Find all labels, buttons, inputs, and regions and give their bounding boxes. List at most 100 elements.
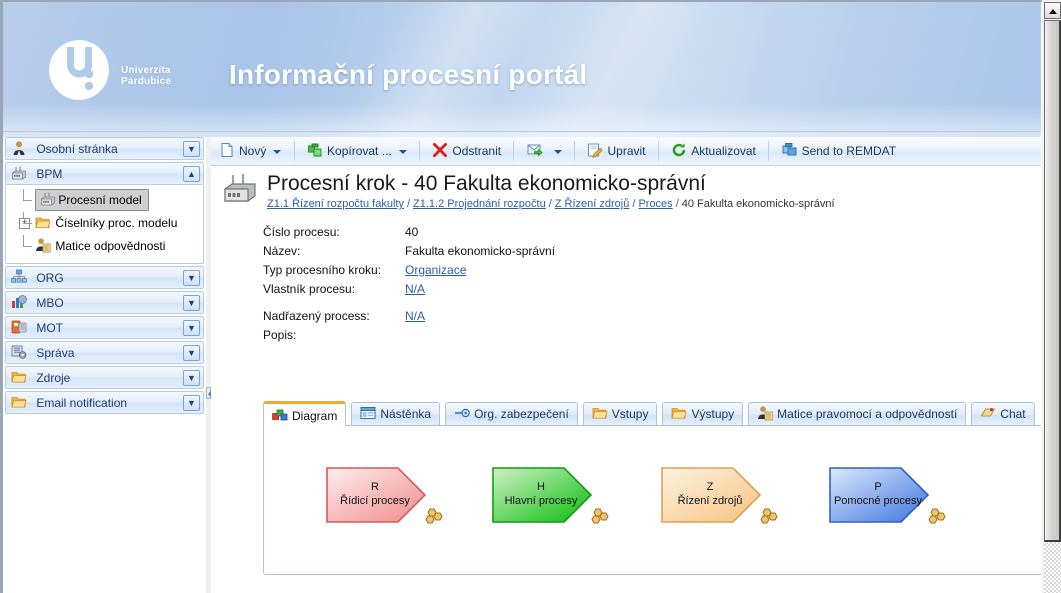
- user-list-icon: [35, 237, 51, 253]
- sidebar-item-org[interactable]: ORG ▼: [5, 266, 204, 289]
- sidebar: Osobní stránka ▼ BPM ▲ Procesní model + …: [3, 137, 206, 593]
- field-value-typ-procesniho-kroku[interactable]: Organizace: [405, 263, 466, 277]
- edit-button-label: Upravit: [607, 144, 646, 158]
- sidebar-toggle-sprava[interactable]: ▼: [183, 345, 200, 361]
- chevron-down-icon[interactable]: [553, 149, 562, 154]
- tab-diagram[interactable]: Diagram: [263, 401, 347, 426]
- tab-vystupy[interactable]: Výstupy: [662, 402, 744, 426]
- org-chart-icon: [11, 269, 27, 285]
- sidebar-item-ciselniky-proc-modelu[interactable]: + Číselníky proc. modelu: [6, 212, 203, 235]
- sidebar-toggle-bpm[interactable]: ▲: [183, 166, 200, 182]
- breadcrumb-link-4[interactable]: Proces: [638, 198, 672, 210]
- sidebar-item-procesni-model[interactable]: Procesní model: [6, 189, 203, 212]
- copy-button-label: Kopírovat ...: [327, 144, 392, 158]
- sidebar-item-bpm[interactable]: BPM ▲: [5, 162, 204, 185]
- tab-nastenka[interactable]: Nástěnka: [351, 402, 441, 426]
- sidebar-toggle-zdroje[interactable]: ▼: [183, 370, 200, 386]
- sidebar-item-email-notification[interactable]: Email notification ▼: [5, 391, 204, 414]
- copy-button[interactable]: Kopírovat ...: [299, 137, 415, 165]
- sidebar-group-zdroje: Zdroje ▼: [3, 366, 206, 389]
- new-button[interactable]: Nový: [211, 137, 289, 165]
- header-underline: [3, 131, 1041, 132]
- sidebar-group-email-notification: Email notification ▼: [3, 391, 206, 414]
- field-value-vlastnik-procesu[interactable]: N/A: [405, 282, 425, 296]
- breadcrumb-separator: /: [675, 198, 679, 210]
- key-icon: [454, 405, 470, 421]
- tab-label: Vstupy: [611, 407, 649, 421]
- sidebar-toggle-org[interactable]: ▼: [183, 270, 200, 286]
- breadcrumb-link-1[interactable]: Z1.1 Řízení rozpočtu fakulty: [267, 198, 404, 210]
- tab-label: Chat: [1000, 407, 1026, 421]
- process-shape-h[interactable]: H Hlavní procesy: [492, 467, 612, 526]
- sidebar-group-org: ORG ▼: [3, 266, 206, 289]
- process-name: Řízení zdrojů: [677, 495, 743, 507]
- export-mail-icon: [527, 140, 543, 157]
- delete-button[interactable]: Odstranit: [424, 137, 509, 165]
- user-icon: [11, 140, 27, 156]
- sidebar-item-sprava[interactable]: Správa ▼: [5, 341, 204, 364]
- logo-line-1: Univerzita: [121, 65, 171, 76]
- edit-button[interactable]: Upravit: [579, 137, 653, 165]
- process-code: Z: [706, 481, 714, 493]
- tab-vstupy[interactable]: Vstupy: [582, 402, 658, 426]
- process-code: P: [874, 481, 882, 493]
- dashboard-window-icon: [360, 405, 376, 421]
- sidebar-item-matice-odpovednosti[interactable]: Matice odpovědnosti: [6, 235, 203, 258]
- sidebar-group-mbo: MBO ▼: [3, 291, 206, 314]
- sidebar-toggle-mot[interactable]: ▼: [183, 320, 200, 336]
- chat-note-icon: [980, 405, 996, 421]
- sidebar-group-sprava: Správa ▼: [3, 341, 206, 364]
- process-shape-r[interactable]: R Řídicí procesy: [326, 467, 444, 524]
- scrollbar-thumb[interactable]: [1044, 20, 1061, 542]
- field-label: Nadřazený process:: [263, 309, 370, 323]
- tab-label: Diagram: [292, 409, 338, 423]
- diagram-canvas[interactable]: R Řídicí procesy H Hlavní procesy Z Říze…: [263, 425, 1041, 575]
- tab-strip: Diagram Nástěnka Org. zabezpečení Vstupy…: [263, 401, 1041, 426]
- chart-icon: [11, 294, 27, 310]
- field-value-nadrazeny-process[interactable]: N/A: [405, 309, 425, 323]
- send-to-remdat-button[interactable]: Send to REMDAT: [774, 137, 904, 165]
- sidebar-item-mot[interactable]: MOT ▼: [5, 316, 204, 339]
- chevron-down-icon[interactable]: [273, 149, 282, 154]
- tab-org-zabezpeceni[interactable]: Org. zabezpečení: [445, 402, 578, 426]
- sidebar-toggle-email-notification[interactable]: ▼: [183, 395, 200, 411]
- breadcrumb-link-3[interactable]: Z Řízení zdrojů: [555, 198, 630, 210]
- sidebar-subitem-label: Procesní model: [58, 193, 142, 207]
- tab-chat[interactable]: Chat: [971, 402, 1035, 426]
- vertical-scrollbar[interactable]: [1042, 0, 1061, 593]
- sidebar-subitem-label: Číselníky proc. modelu: [55, 216, 178, 230]
- refresh-button[interactable]: Aktualizovat: [663, 137, 764, 165]
- logo: Univerzita Pardubice: [48, 39, 233, 109]
- page-heading-block: Procesní krok - 40 Fakulta ekonomicko-sp…: [211, 166, 1041, 214]
- toolbar-separator: [293, 141, 295, 161]
- toolbar-separator: [768, 141, 770, 161]
- hexagon-cluster-icon: [590, 508, 612, 526]
- tab-label: Nástěnka: [380, 407, 432, 421]
- process-server-icon: [11, 165, 27, 181]
- sidebar-item-mbo[interactable]: MBO ▼: [5, 291, 204, 314]
- scroll-up-button[interactable]: [1044, 2, 1061, 19]
- user-list-icon: [757, 405, 773, 421]
- process-shape-z[interactable]: Z Řízení zdrojů: [661, 467, 779, 524]
- sidebar-item-zdroje[interactable]: Zdroje ▼: [5, 366, 204, 389]
- process-server-icon: [40, 191, 56, 207]
- tab-label: Matice pravomocí a odpovědností: [777, 407, 958, 421]
- sidebar-toggle-osobni-stranka[interactable]: ▼: [183, 141, 200, 157]
- sidebar-item-label: Zdroje: [36, 371, 71, 385]
- tree-node-selected: Procesní model: [35, 189, 149, 212]
- breadcrumb-separator: /: [548, 198, 552, 210]
- sidebar-item-osobni-stranka[interactable]: Osobní stránka ▼: [5, 137, 204, 160]
- refresh-icon: [671, 140, 687, 157]
- field-value-cislo-procesu: 40: [405, 225, 419, 239]
- plus-icon[interactable]: +: [19, 218, 30, 229]
- process-shape-p[interactable]: P Pomocné procesy: [829, 467, 947, 524]
- process-name: Pomocné procesy: [833, 495, 923, 507]
- sidebar-item-label: Osobní stránka: [36, 142, 118, 156]
- tree-expander[interactable]: +: [16, 212, 32, 235]
- sidebar-group-mot: MOT ▼: [3, 316, 206, 339]
- sidebar-toggle-mbo[interactable]: ▼: [183, 295, 200, 311]
- breadcrumb-link-2[interactable]: Z1.1.2 Projednání rozpočtu: [413, 198, 546, 210]
- export-button[interactable]: [519, 137, 570, 165]
- chevron-down-icon[interactable]: [398, 149, 407, 154]
- tab-matice-pravomoci-a-odpovednosti[interactable]: Matice pravomocí a odpovědností: [748, 402, 967, 426]
